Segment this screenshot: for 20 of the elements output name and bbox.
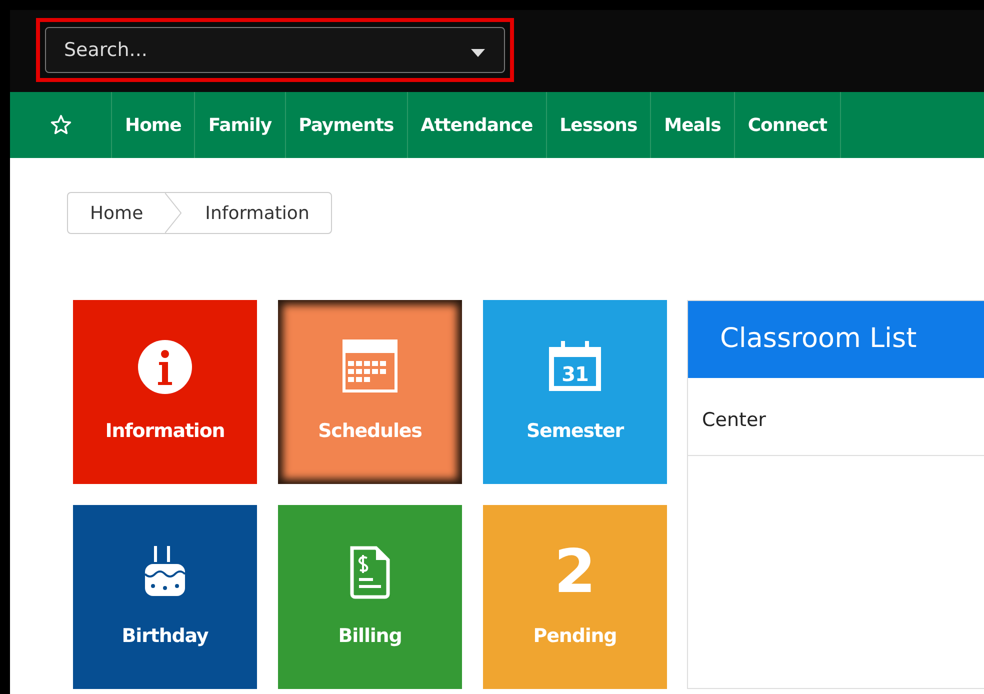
dashboard-tile[interactable]: Birthday [73,505,257,689]
column-header: Center [688,378,984,456]
info-icon [137,338,193,395]
nav-link[interactable]: Lessons [546,92,652,158]
nav-link[interactable]: Connect [734,92,841,158]
breadcrumb-item[interactable]: Home [68,200,166,226]
dashboard-tile[interactable]: Information [73,300,257,484]
panel-title: Classroom List [688,301,984,378]
breadcrumb-item[interactable]: Information [183,200,332,226]
caret-icon [471,49,485,57]
nav-link[interactable]: Home [112,92,196,158]
schedule-icon [342,338,398,395]
nav-link[interactable]: Family [195,92,286,158]
dashboard-tile[interactable]: Billing [278,505,462,689]
dashboard-tile[interactable]: Schedules [278,300,462,484]
search-field[interactable]: Search... [45,27,505,73]
dashboard-tile[interactable]: 31 Semester [483,300,667,484]
nav-link[interactable]: Attendance [408,92,547,158]
nav-link[interactable]: Meals [651,92,735,158]
nav-link[interactable]: Payments [286,92,408,158]
